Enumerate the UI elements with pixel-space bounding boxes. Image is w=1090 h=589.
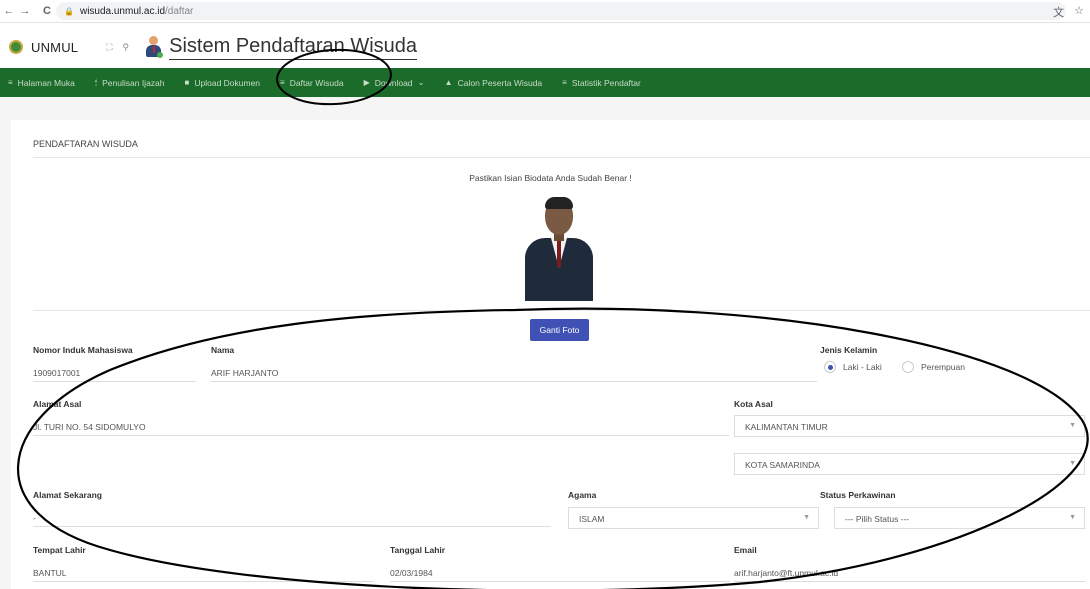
nim-field[interactable]: 1909017001	[33, 364, 196, 382]
notice-text: Pastikan Isian Biodata Anda Sudah Benar …	[469, 173, 632, 183]
star-icon[interactable]: ☆	[1074, 4, 1084, 20]
card-title: PENDAFTARAN WISUDA	[33, 139, 138, 149]
nav-statistik[interactable]: ≡ Statistik Pendaftar	[562, 78, 641, 88]
change-photo-button[interactable]: Ganti Foto	[530, 319, 589, 341]
nav-penulisan-ijazah[interactable]: 🕯 Penulisan Ijazah	[95, 78, 165, 88]
back-icon[interactable]: ←	[2, 5, 16, 17]
chart-icon: ≡	[562, 78, 567, 87]
tempat-lahir-field[interactable]: BANTUL	[33, 564, 373, 582]
alamat-sekarang-field[interactable]: -	[33, 509, 551, 527]
nav-upload-dokumen[interactable]: ■ Upload Dokumen	[185, 78, 261, 88]
gender-label: Jenis Kelamin	[820, 345, 878, 355]
city-select[interactable]: KOTA SAMARINDA ▼	[734, 453, 1085, 475]
kota-asal-label: Kota Asal	[734, 399, 773, 409]
candle-icon: 🕯	[94, 77, 98, 87]
agama-value: ISLAM	[579, 514, 605, 524]
gender-male-label: Laki - Laki	[843, 362, 882, 372]
lock-icon: 🔒	[64, 6, 74, 16]
nav-label: Upload Dokumen	[194, 77, 261, 88]
nav-label: Penulisan Ijazah	[102, 77, 165, 88]
app-title: Sistem Pendaftaran Wisuda	[169, 35, 418, 60]
agama-select[interactable]: ISLAM ▼	[568, 507, 819, 529]
nama-label: Nama	[211, 345, 235, 355]
alamat-asal-label: Alamat Asal	[33, 399, 82, 409]
province-value: KALIMANTAN TIMUR	[745, 422, 828, 432]
nav-label: Daftar Wisuda	[289, 77, 344, 88]
tanggal-lahir-label: Tanggal Lahir	[390, 545, 446, 555]
nav-label: Halaman Muka	[17, 77, 75, 88]
main-navbar: ≡ Halaman Muka 🕯 Penulisan Ijazah ■ Upload …	[0, 68, 1090, 97]
nav-label: Download	[374, 77, 413, 88]
gender-male-radio[interactable]: Laki - Laki	[824, 361, 882, 373]
nama-field[interactable]: ARIF HARJANTO	[211, 364, 817, 382]
chevron-down-icon: ▼	[803, 514, 810, 521]
province-select[interactable]: KALIMANTAN TIMUR ▼	[734, 415, 1085, 437]
app-header: UNMUL ⛶ ⚲ Sistem Pendaftaran Wisuda	[0, 27, 1090, 67]
play-icon: ▶	[363, 78, 370, 87]
gender-female-radio[interactable]: Perempuan	[902, 361, 965, 373]
fullscreen-icon[interactable]: ⛶	[106, 42, 112, 53]
person-icon: ▲	[444, 78, 453, 87]
unmul-logo	[9, 40, 23, 54]
list-icon: ≡	[280, 78, 285, 87]
status-value: --- Pilih Status ---	[845, 514, 910, 524]
gender-female-label: Perempuan	[921, 362, 965, 372]
nav-daftar-wisuda[interactable]: ≡ Daftar Wisuda	[280, 78, 344, 88]
menu-icon: ≡	[8, 78, 13, 87]
divider	[33, 310, 1090, 311]
tempat-lahir-label: Tempat Lahir	[33, 545, 86, 555]
nav-calon-peserta[interactable]: ▲ Calon Peserta Wisuda	[445, 78, 543, 88]
email-label: Email	[734, 545, 757, 555]
status-label: Status Perkawinan	[820, 490, 896, 500]
agama-label: Agama	[568, 490, 597, 500]
search-icon[interactable]: ⚲	[123, 42, 130, 53]
divider	[33, 157, 1090, 158]
translate-icon[interactable]: 文	[1053, 4, 1064, 20]
chevron-down-icon: ▼	[1069, 460, 1076, 467]
forward-icon[interactable]: →	[18, 5, 32, 17]
browser-toolbar: ← → C 🔒 wisuda.unmul.ac.id/daftar 文 ☆	[0, 0, 1090, 23]
reload-icon[interactable]: C	[40, 5, 54, 17]
alamat-asal-field[interactable]: Jl. TURI NO. 54 SIDOMULYO	[33, 418, 729, 436]
radio-unchecked-icon	[902, 361, 914, 373]
address-bar[interactable]: 🔒 wisuda.unmul.ac.id/daftar	[56, 2, 1066, 20]
nav-download[interactable]: ▶ Download ⌄	[364, 77, 425, 88]
chevron-down-icon: ⌄	[417, 77, 425, 87]
tanggal-lahir-field[interactable]: 02/03/1984	[390, 564, 730, 582]
alamat-sekarang-label: Alamat Sekarang	[33, 490, 102, 500]
chevron-down-icon: ▼	[1069, 422, 1076, 429]
registration-card: PENDAFTARAN WISUDA Pastikan Isian Biodat…	[11, 120, 1090, 589]
status-select[interactable]: --- Pilih Status --- ▼	[834, 507, 1085, 529]
brand-name: UNMUL	[31, 39, 79, 55]
radio-checked-icon	[824, 361, 836, 373]
chevron-down-icon: ▼	[1069, 514, 1076, 521]
url-host: wisuda.unmul.ac.id	[79, 5, 166, 17]
nav-label: Calon Peserta Wisuda	[457, 77, 543, 88]
profile-photo	[523, 191, 595, 301]
folder-icon: ■	[184, 78, 190, 87]
nav-halaman-muka[interactable]: ≡ Halaman Muka	[8, 78, 75, 88]
nim-label: Nomor Induk Mahasiswa	[33, 345, 133, 355]
nav-label: Statistik Pendaftar	[571, 77, 641, 88]
url-path: /daftar	[165, 5, 194, 17]
user-avatar-icon[interactable]	[145, 36, 164, 58]
city-value: KOTA SAMARINDA	[745, 460, 820, 470]
email-field[interactable]: arif.harjanto@ft.unmul.ac.id	[734, 564, 1085, 582]
